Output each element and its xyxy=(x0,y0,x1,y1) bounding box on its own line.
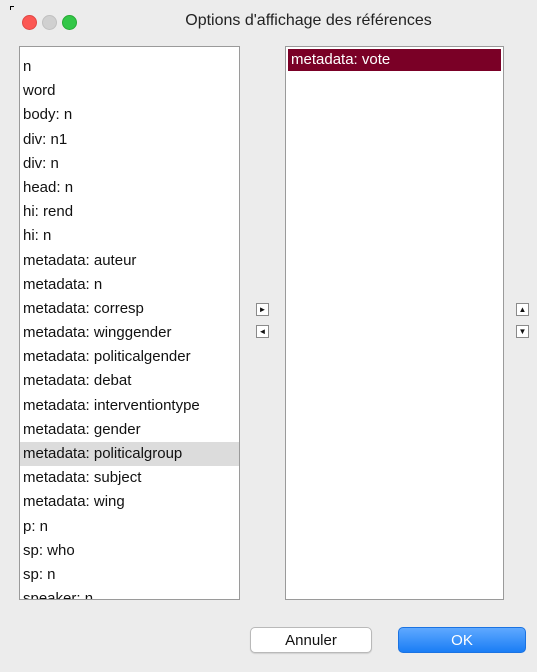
list-item[interactable]: word xyxy=(20,79,239,103)
ok-button[interactable]: OK xyxy=(398,627,526,653)
move-down-button[interactable]: ▼ xyxy=(516,325,529,338)
list-item[interactable]: metadata: winggender xyxy=(20,321,239,345)
available-properties-list[interactable]: n word body: n div: n1 div: n head: n hi: rend… xyxy=(19,46,240,600)
list-item[interactable]: metadata: auteur xyxy=(20,249,239,273)
remove-property-button[interactable]: ◄ xyxy=(256,325,269,338)
list-item[interactable]: metadata: interventiontype xyxy=(20,394,239,418)
list-item[interactable]: metadata: vote xyxy=(288,49,501,71)
cancel-button[interactable]: Annuler xyxy=(250,627,372,653)
list-item[interactable]: metadata: n xyxy=(20,273,239,297)
list-item[interactable]: hi: n xyxy=(20,224,239,248)
list-item[interactable]: metadata: subject xyxy=(20,466,239,490)
list-item[interactable]: p: n xyxy=(20,515,239,539)
list-item[interactable]: div: n1 xyxy=(20,128,239,152)
list-item[interactable]: metadata: debat xyxy=(20,369,239,393)
list-item[interactable]: metadata: politicalgroup xyxy=(20,442,239,467)
arrow-up-icon: ▲ xyxy=(518,304,527,314)
close-window-button[interactable] xyxy=(22,15,37,30)
move-up-button[interactable]: ▲ xyxy=(516,303,529,316)
list-item[interactable]: metadata: corresp xyxy=(20,297,239,321)
list-item[interactable]: div: n xyxy=(20,152,239,176)
list-item[interactable]: metadata: wing xyxy=(20,490,239,514)
add-property-button[interactable]: ► xyxy=(256,303,269,316)
list-item[interactable]: sp: n xyxy=(20,563,239,587)
list-item[interactable]: head: n xyxy=(20,176,239,200)
arrow-right-icon: ► xyxy=(258,304,267,314)
list-item[interactable]: sp: who xyxy=(20,539,239,563)
list-item[interactable]: metadata: gender xyxy=(20,418,239,442)
minimize-window-button[interactable] xyxy=(42,15,57,30)
list-item[interactable]: speaker: n xyxy=(20,587,239,599)
list-item[interactable]: hi: rend xyxy=(20,200,239,224)
window-corner-mark xyxy=(10,6,14,10)
arrow-down-icon: ▼ xyxy=(518,326,527,336)
zoom-window-button[interactable] xyxy=(62,15,77,30)
list-item[interactable]: body: n xyxy=(20,103,239,127)
arrow-left-icon: ◄ xyxy=(258,326,267,336)
title-bar: Options d'affichage des références xyxy=(0,0,537,40)
window-title: Options d'affichage des références xyxy=(185,12,432,29)
list-item[interactable]: n xyxy=(20,55,239,79)
selected-properties-list[interactable]: metadata: vote xyxy=(285,46,504,600)
list-item[interactable]: metadata: politicalgender xyxy=(20,345,239,369)
